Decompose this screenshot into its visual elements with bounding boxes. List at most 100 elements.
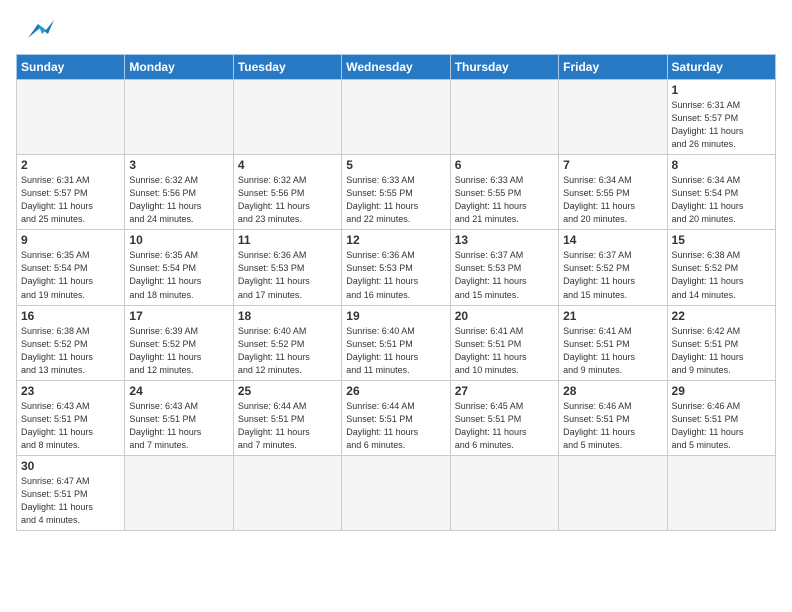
day-info: Sunrise: 6:41 AMSunset: 5:51 PMDaylight:… [455,325,554,377]
calendar-cell: 3Sunrise: 6:32 AMSunset: 5:56 PMDaylight… [125,155,233,230]
day-number: 20 [455,309,554,323]
calendar-cell [342,455,450,530]
day-number: 23 [21,384,120,398]
week-row-2: 2Sunrise: 6:31 AMSunset: 5:57 PMDaylight… [17,155,776,230]
calendar-cell: 18 Sunrise: 6:40 AMSunset: 5:52 PMDayligh… [233,305,341,380]
day-number: 9 [21,233,120,247]
day-info: Sunrise: 6:35 AMSunset: 5:54 PMDaylight:… [129,249,228,301]
day-info: Sunrise: 6:40 AMSunset: 5:51 PMDaylight:… [346,325,445,377]
weekday-header-friday: Friday [559,55,667,80]
weekday-header-saturday: Saturday [667,55,775,80]
week-row-5: 23 Sunrise: 6:43 AMSunset: 5:51 PMDayligh… [17,380,776,455]
day-info: Sunrise: 6:36 AMSunset: 5:53 PMDaylight:… [238,249,337,301]
calendar-cell [667,455,775,530]
day-info: Sunrise: 6:32 AMSunset: 5:56 PMDaylight:… [129,174,228,226]
day-number: 14 [563,233,662,247]
day-info: Sunrise: 6:39 AMSunset: 5:52 PMDaylight:… [129,325,228,377]
calendar-cell: 26 Sunrise: 6:44 AMSunset: 5:51 PMDayligh… [342,380,450,455]
calendar-cell: 13Sunrise: 6:37 AMSunset: 5:53 PMDayligh… [450,230,558,305]
day-info: Sunrise: 6:34 AMSunset: 5:55 PMDaylight:… [563,174,662,226]
day-number: 30 [21,459,120,473]
day-number: 17 [129,309,228,323]
day-number: 24 [129,384,228,398]
day-number: 1 [672,83,771,97]
day-info: Sunrise: 6:41 AMSunset: 5:51 PMDaylight:… [563,325,662,377]
calendar-cell: 19 Sunrise: 6:40 AMSunset: 5:51 PMDayligh… [342,305,450,380]
day-number: 27 [455,384,554,398]
day-number: 25 [238,384,337,398]
calendar-cell: 12Sunrise: 6:36 AMSunset: 5:53 PMDayligh… [342,230,450,305]
day-info: Sunrise: 6:36 AMSunset: 5:53 PMDaylight:… [346,249,445,301]
day-info: Sunrise: 6:37 AMSunset: 5:53 PMDaylight:… [455,249,554,301]
day-info: Sunrise: 6:43 AMSunset: 5:51 PMDaylight:… [21,400,120,452]
day-info: Sunrise: 6:44 AMSunset: 5:51 PMDaylight:… [238,400,337,452]
calendar-cell [450,80,558,155]
calendar-cell: 23 Sunrise: 6:43 AMSunset: 5:51 PMDayligh… [17,380,125,455]
calendar-cell [125,455,233,530]
week-row-3: 9 Sunrise: 6:35 AMSunset: 5:54 PMDaylight… [17,230,776,305]
day-info: Sunrise: 6:47 AMSunset: 5:51 PMDaylight:… [21,475,120,527]
calendar-cell: 4Sunrise: 6:32 AMSunset: 5:56 PMDaylight… [233,155,341,230]
calendar-cell [559,80,667,155]
calendar-cell: 28Sunrise: 6:46 AMSunset: 5:51 PMDayligh… [559,380,667,455]
calendar-cell [233,455,341,530]
day-number: 4 [238,158,337,172]
day-info: Sunrise: 6:38 AMSunset: 5:52 PMDaylight:… [672,249,771,301]
day-number: 26 [346,384,445,398]
calendar-cell [17,80,125,155]
weekday-header-wednesday: Wednesday [342,55,450,80]
day-number: 7 [563,158,662,172]
week-row-6: 30 Sunrise: 6:47 AMSunset: 5:51 PMDayligh… [17,455,776,530]
day-info: Sunrise: 6:31 AMSunset: 5:57 PMDaylight:… [672,99,771,151]
calendar-cell: 11Sunrise: 6:36 AMSunset: 5:53 PMDayligh… [233,230,341,305]
day-info: Sunrise: 6:33 AMSunset: 5:55 PMDaylight:… [455,174,554,226]
calendar-cell: 9 Sunrise: 6:35 AMSunset: 5:54 PMDaylight… [17,230,125,305]
calendar-cell: 25 Sunrise: 6:44 AMSunset: 5:51 PMDayligh… [233,380,341,455]
calendar-cell: 8 Sunrise: 6:34 AMSunset: 5:54 PMDaylight… [667,155,775,230]
day-number: 8 [672,158,771,172]
day-number: 29 [672,384,771,398]
calendar-cell: 14 Sunrise: 6:37 AMSunset: 5:52 PMDayligh… [559,230,667,305]
calendar-header: SundayMondayTuesdayWednesdayThursdayFrid… [17,55,776,80]
calendar-cell: 16Sunrise: 6:38 AMSunset: 5:52 PMDayligh… [17,305,125,380]
day-info: Sunrise: 6:35 AMSunset: 5:54 PMDaylight:… [21,249,120,301]
day-number: 21 [563,309,662,323]
calendar-cell [125,80,233,155]
calendar-cell: 10 Sunrise: 6:35 AMSunset: 5:54 PMDayligh… [125,230,233,305]
calendar-cell: 6Sunrise: 6:33 AMSunset: 5:55 PMDaylight… [450,155,558,230]
calendar-cell: 30 Sunrise: 6:47 AMSunset: 5:51 PMDayligh… [17,455,125,530]
logo-bird-icon [18,16,56,44]
day-info: Sunrise: 6:31 AMSunset: 5:57 PMDaylight:… [21,174,120,226]
day-number: 18 [238,309,337,323]
day-info: Sunrise: 6:46 AMSunset: 5:51 PMDaylight:… [672,400,771,452]
day-info: Sunrise: 6:45 AMSunset: 5:51 PMDaylight:… [455,400,554,452]
calendar-cell: 20 Sunrise: 6:41 AMSunset: 5:51 PMDayligh… [450,305,558,380]
weekday-header-tuesday: Tuesday [233,55,341,80]
calendar-cell: 17 Sunrise: 6:39 AMSunset: 5:52 PMDayligh… [125,305,233,380]
calendar-cell [559,455,667,530]
calendar-cell: 2Sunrise: 6:31 AMSunset: 5:57 PMDaylight… [17,155,125,230]
calendar-cell: 5Sunrise: 6:33 AMSunset: 5:55 PMDaylight… [342,155,450,230]
calendar-cell: 21 Sunrise: 6:41 AMSunset: 5:51 PMDayligh… [559,305,667,380]
day-info: Sunrise: 6:43 AMSunset: 5:51 PMDaylight:… [129,400,228,452]
calendar-table: SundayMondayTuesdayWednesdayThursdayFrid… [16,54,776,531]
calendar-cell [450,455,558,530]
day-info: Sunrise: 6:37 AMSunset: 5:52 PMDaylight:… [563,249,662,301]
day-number: 5 [346,158,445,172]
weekday-header-thursday: Thursday [450,55,558,80]
weekday-header-monday: Monday [125,55,233,80]
day-number: 19 [346,309,445,323]
day-info: Sunrise: 6:46 AMSunset: 5:51 PMDaylight:… [563,400,662,452]
calendar-cell: 27 Sunrise: 6:45 AMSunset: 5:51 PMDayligh… [450,380,558,455]
calendar-cell: 24 Sunrise: 6:43 AMSunset: 5:51 PMDayligh… [125,380,233,455]
calendar-cell: 29 Sunrise: 6:46 AMSunset: 5:51 PMDayligh… [667,380,775,455]
day-info: Sunrise: 6:44 AMSunset: 5:51 PMDaylight:… [346,400,445,452]
week-row-4: 16Sunrise: 6:38 AMSunset: 5:52 PMDayligh… [17,305,776,380]
day-info: Sunrise: 6:40 AMSunset: 5:52 PMDaylight:… [238,325,337,377]
calendar-cell [233,80,341,155]
weekday-header-sunday: Sunday [17,55,125,80]
day-info: Sunrise: 6:34 AMSunset: 5:54 PMDaylight:… [672,174,771,226]
day-number: 10 [129,233,228,247]
header [16,16,776,44]
day-info: Sunrise: 6:42 AMSunset: 5:51 PMDaylight:… [672,325,771,377]
